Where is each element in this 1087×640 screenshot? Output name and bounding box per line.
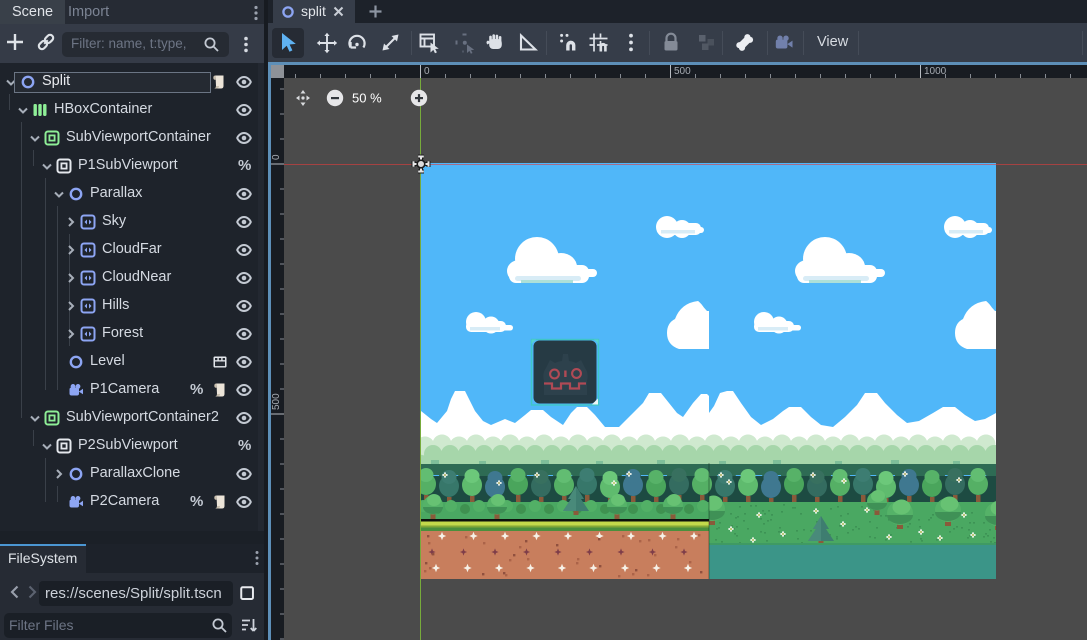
svg-text:500: 500 xyxy=(271,393,282,410)
svg-text:50 %: 50 % xyxy=(352,91,382,106)
svg-text:0: 0 xyxy=(271,154,282,160)
svg-text:1000: 1000 xyxy=(924,66,947,77)
svg-text:500: 500 xyxy=(674,66,691,77)
svg-text:0: 0 xyxy=(424,66,430,77)
